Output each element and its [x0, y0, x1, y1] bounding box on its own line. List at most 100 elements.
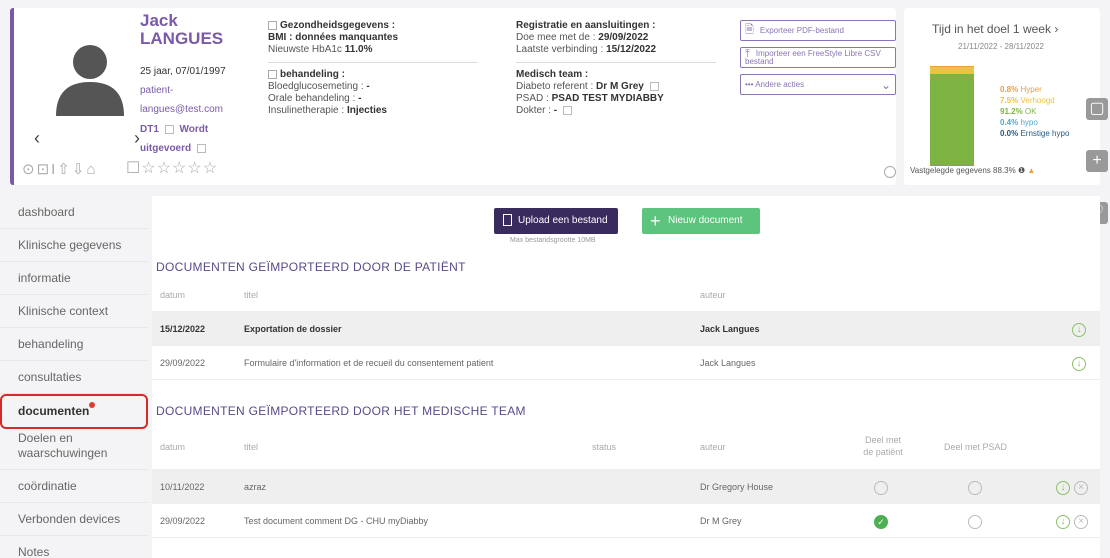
delete-icon[interactable]: ×	[1074, 504, 1088, 538]
other-actions-select[interactable]: ••• Andere acties ⌄	[740, 74, 896, 95]
chat-icon[interactable]: ▢	[1086, 98, 1108, 120]
patient-name: Jack LANGUES	[140, 11, 224, 48]
diabetes-type: DT1	[140, 124, 159, 135]
table-row[interactable]: 15/12/2022 Exportation de dossier Jack L…	[152, 312, 1100, 346]
patient-quick-icons[interactable]: ⊙⊡I⇧⇩⌂	[22, 160, 98, 178]
share-psad-toggle[interactable]	[968, 504, 982, 538]
patient-header-card: ‹ › Jack LANGUES 25 jaar, 07/01/1997 pat…	[10, 8, 896, 185]
patient-age: 25 jaar, 07/01/1997	[140, 66, 226, 77]
avatar	[56, 45, 124, 116]
column-header-date: datum	[160, 442, 186, 452]
tir-legend-item: 7.5% Verhoogd	[1000, 96, 1055, 105]
tir-legend-item: 0.0% Ernstige hypo	[1000, 129, 1070, 138]
sidebar-item-documents[interactable]: documenten	[0, 394, 148, 429]
sidebar-nav: dashboard Klinische gegevens informatie …	[0, 196, 148, 558]
glucose-measurement: Bloedglucosemeting : -	[268, 81, 370, 92]
sidebar-item-goals-warnings[interactable]: Doelen en waarschuwingen	[0, 429, 148, 470]
export-pdf-button[interactable]: 🗎 Exporteer PDF-bestand	[740, 20, 896, 41]
registration-column: Registratie en aansluitingen : Doe mee m…	[516, 20, 716, 117]
documents-main: Upload een bestand + Nieuw document Max b…	[152, 196, 1100, 558]
notification-dot	[89, 402, 96, 408]
time-in-target-bar	[930, 66, 974, 166]
share-psad-toggle[interactable]	[968, 470, 982, 504]
download-icon[interactable]: ↓	[1056, 504, 1070, 538]
previous-patient-chevron-icon[interactable]: ‹	[34, 128, 40, 149]
sidebar-item-dashboard[interactable]: dashboard	[0, 196, 148, 229]
patient-email[interactable]: patient-langues@test.com	[140, 81, 245, 119]
hba1c: Nieuwste HbA1c 11.0%	[268, 44, 373, 55]
sidebar-item-information[interactable]: informatie	[0, 262, 148, 295]
column-header-title: titel	[244, 290, 259, 300]
sidebar-item-coordination[interactable]: coördinatie	[0, 470, 148, 503]
download-icon[interactable]: ↓	[1056, 470, 1070, 504]
registration-title: Registratie en aansluitingen :	[516, 20, 656, 31]
tir-legend-item: 91.2% OK	[1000, 107, 1037, 116]
actions-panel: 🗎 Exporteer PDF-bestand ⤒ Importeer een Fr…	[740, 20, 896, 95]
share-patient-toggle-checked[interactable]: ✓	[874, 504, 888, 538]
edit-icon[interactable]	[268, 69, 277, 79]
table-row[interactable]: 29/09/2022 Test document comment DG - CH…	[152, 504, 1100, 538]
sidebar-item-consultations[interactable]: consultaties	[0, 361, 148, 394]
tir-segment-2	[930, 74, 974, 166]
column-header-share-patient: Deel met de patiënt	[863, 435, 903, 457]
edit-icon[interactable]	[562, 105, 572, 115]
diabetes-type-row: DT1 Wordt uitgevoerd	[140, 120, 250, 158]
column-header-author: auteur	[700, 290, 726, 300]
edit-icon[interactable]	[649, 81, 659, 91]
oral-treatment: Orale behandeling : -	[268, 93, 362, 104]
table-row[interactable]: 29/09/2022 Formulaire d'information et d…	[152, 346, 1100, 380]
diabeto-referent: Diabeto referent : Dr M Grey	[516, 81, 716, 93]
health-data-column: Gezondheidsgegevens : BMI : données manq…	[268, 20, 478, 117]
download-icon[interactable]: ↓	[1072, 346, 1086, 380]
plus-icon: +	[650, 211, 661, 231]
team-documents-title: DOCUMENTEN GEÏMPORTEERD DOOR HET MEDISCH…	[156, 404, 526, 418]
add-icon[interactable]: +	[1086, 150, 1108, 172]
upload-file-button[interactable]: Upload een bestand	[494, 208, 618, 234]
patient-documents-title: DOCUMENTEN GEÏMPORTEERD DOOR DE PATIËNT	[156, 260, 466, 274]
more-dots-icon: •••	[745, 80, 754, 89]
upload-size-note: Max bestandsgrootte 10MB	[510, 237, 596, 244]
recorded-data: Vastgelegde gegevens 88.3% ❶ ▲	[910, 166, 1036, 175]
edit-icon[interactable]	[164, 124, 174, 134]
joined-date: Doe mee met de : 29/09/2022	[516, 32, 649, 43]
sidebar-item-treatment[interactable]: behandeling	[0, 328, 148, 361]
table-row[interactable]: 10/11/2022 azraz Dr Gregory House ↓ ×	[152, 470, 1100, 504]
sidebar-item-clinical-context[interactable]: Klinische context	[0, 295, 148, 328]
sidebar-item-clinical-data[interactable]: Klinische gegevens	[0, 229, 148, 262]
rating-stars[interactable]: ☐☆☆☆☆☆	[126, 158, 218, 178]
medical-team-title: Medisch team :	[516, 69, 589, 80]
download-icon[interactable]: ↓	[1072, 312, 1086, 346]
table-header: datum titel auteur	[152, 278, 1100, 312]
import-csv-button[interactable]: ⤒ Importeer een FreeStyle Libre CSV besta…	[740, 47, 896, 68]
time-in-target-card[interactable]: Tijd in het doel 1 week › 21/11/2022 - 2…	[904, 8, 1100, 185]
delete-icon[interactable]: ×	[1074, 470, 1088, 504]
psad: PSAD : PSAD TEST MYDIABBY	[516, 93, 664, 104]
table-header: datum titel status auteur Deel met de pa…	[152, 424, 1100, 470]
health-title: Gezondheidsgegevens :	[268, 20, 478, 32]
sidebar-item-connected-devices[interactable]: Verbonden devices	[0, 503, 148, 536]
team-documents-table: datum titel status auteur Deel met de pa…	[152, 424, 1100, 538]
chevron-down-icon: ⌄	[880, 77, 891, 92]
tir-legend-item: 0.4% hypo	[1000, 118, 1038, 127]
tir-legend-item: 0.8% Hyper	[1000, 85, 1042, 94]
file-icon	[503, 214, 512, 226]
time-in-target-legend: 0.8% Hyper 7.5% Verhoogd 91.2% OK 0.4% hypo…	[1000, 84, 1069, 139]
time-in-target-title[interactable]: Tijd in het doel 1 week ›	[932, 22, 1058, 36]
new-document-button[interactable]: + Nieuw document	[642, 208, 760, 234]
doctor: Dokter : -	[516, 105, 716, 117]
insulin-therapy: Insulinetherapie : Injecties	[268, 105, 387, 116]
column-header-share-psad: Deel met PSAD	[944, 442, 1008, 452]
bmi: BMI : données manquantes	[268, 32, 399, 43]
sidebar-item-notes[interactable]: Notes	[0, 536, 148, 558]
edit-icon[interactable]	[268, 20, 277, 30]
share-patient-toggle[interactable]	[874, 470, 888, 504]
edit-icon[interactable]	[196, 143, 206, 153]
patient-documents-table: datum titel auteur 15/12/2022 Exportatio…	[152, 278, 1100, 380]
history-clock-icon[interactable]	[884, 166, 896, 178]
time-in-target-dates: 21/11/2022 - 28/11/2022	[958, 42, 1044, 51]
tir-segment-1	[930, 66, 974, 75]
pdf-file-icon: 🗎	[745, 24, 754, 37]
column-header-title: titel	[244, 442, 259, 452]
chevron-right-icon: ›	[1054, 22, 1059, 36]
treatment-title: behandeling :	[268, 69, 478, 81]
